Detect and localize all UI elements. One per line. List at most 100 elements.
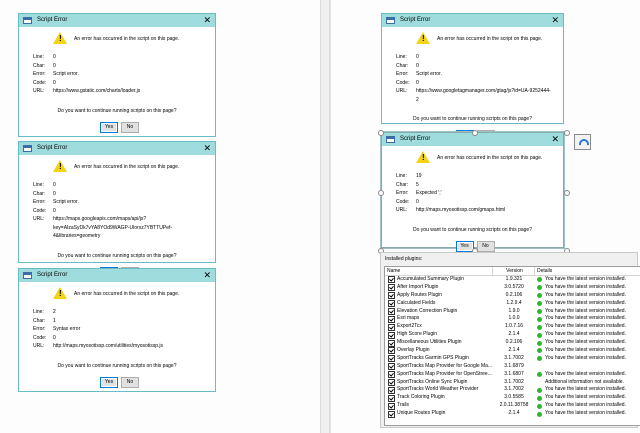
line-value: 0 [53, 182, 56, 188]
table-row[interactable]: Track Coloring Plugin 3.0.5585 You have … [385, 394, 640, 402]
no-button[interactable]: No [121, 376, 139, 388]
plugin-enabled-checkbox[interactable] [388, 284, 395, 292]
plugin-enabled-checkbox[interactable] [388, 339, 395, 347]
warning-icon: ! [53, 160, 67, 172]
plugin-enabled-checkbox[interactable] [388, 323, 395, 331]
status-ok-icon [537, 348, 542, 354]
continue-question: Do you want to continue running scripts … [413, 116, 532, 122]
table-row[interactable]: Apply Routes Plugin 0.2.106 You have the… [385, 292, 640, 300]
plugin-details: You have the latest version installed. [545, 315, 626, 322]
table-row[interactable]: SportTracks Garmin GPS Plugin 3.1.7002 Y… [385, 355, 640, 363]
char-label: Char: [396, 62, 409, 69]
plugin-details: You have the latest version installed. [545, 402, 626, 409]
table-row[interactable]: SportTracks Map Provider for OpenStree..… [385, 371, 640, 379]
table-row[interactable]: After Import Plugin 3.0.5720 You have th… [385, 284, 640, 292]
plugin-enabled-checkbox[interactable] [388, 308, 395, 315]
dialog-title: Script Error [400, 136, 431, 142]
plugin-enabled-checkbox[interactable] [388, 276, 395, 284]
plugin-enabled-checkbox[interactable] [388, 331, 395, 339]
plugins-table: Name Version Details Accumulated Summary… [384, 266, 640, 426]
line-value: 0 [53, 54, 56, 60]
status-ok-icon [537, 309, 542, 314]
close-icon[interactable]: ✕ [203, 14, 211, 27]
window-icon [23, 17, 32, 24]
column-header-name[interactable]: Name [385, 267, 493, 275]
status-ok-icon [537, 403, 542, 409]
no-button[interactable]: No [121, 121, 139, 133]
plugin-details: You have the latest version installed. [545, 410, 626, 417]
resize-handle-middle-right[interactable] [564, 190, 570, 196]
window-icon [23, 272, 32, 279]
yes-button[interactable]: Yes [100, 121, 118, 133]
dialog-title: Script Error [37, 272, 68, 278]
plugin-name: SportTracks Garmin GPS Plugin [397, 354, 469, 361]
plugin-version: 2.1.4 [508, 347, 520, 354]
plugin-version: 2.0.11.38758 [499, 402, 529, 409]
table-row[interactable]: Elevation Correction Plugin 1.9.0 You ha… [385, 308, 640, 316]
url-value: http://maps.myosotissp.com/utilities/myo… [53, 343, 164, 349]
plugin-enabled-checkbox[interactable] [388, 355, 395, 363]
table-row[interactable]: Miscellaneous Utilities Plugin 0.2.106 Y… [385, 339, 640, 347]
column-header-details[interactable]: Details [535, 267, 640, 275]
plugin-enabled-checkbox[interactable] [388, 371, 395, 379]
error-message: An error has occurred in the script on t… [437, 155, 543, 161]
table-row[interactable]: SportTracks World Weather Provider 3.1.7… [385, 386, 640, 394]
table-row[interactable]: Trails 2.0.11.38758 You have the latest … [385, 402, 640, 410]
layout-options-icon[interactable] [574, 134, 591, 150]
plugin-enabled-checkbox[interactable] [388, 402, 395, 410]
error-value: Script error. [53, 71, 79, 77]
plugin-enabled-checkbox[interactable] [388, 379, 395, 387]
plugin-version: 3.1.7002 [504, 386, 524, 393]
no-button[interactable]: No [476, 240, 495, 252]
code-label: Code: [396, 79, 410, 86]
resize-handle-top-left[interactable] [378, 130, 384, 136]
table-row[interactable]: Accumulated Summary Plugin 1.9.321 You h… [385, 276, 640, 284]
plugin-name: Miscellaneous Utilities Plugin [397, 339, 462, 346]
plugin-version: 2.1.4 [508, 410, 520, 417]
resize-handle-top-center[interactable] [472, 130, 478, 136]
close-icon[interactable]: ✕ [203, 269, 211, 282]
table-row[interactable]: SportTracks Map Provider for Google Ma..… [385, 363, 640, 371]
table-row[interactable]: Overlay Plugin 2.1.4 You have the latest… [385, 347, 640, 355]
page-gutter [320, 0, 330, 433]
table-row[interactable]: Export2Tcx 1.0.7.16 You have the latest … [385, 323, 640, 331]
status-ok-icon [537, 340, 542, 346]
close-icon[interactable]: ✕ [203, 142, 211, 155]
table-row[interactable]: SportTracks Online Sync Plugin 3.1.7002 … [385, 379, 640, 387]
table-row[interactable]: Esri maps 1.0.0 You have the latest vers… [385, 315, 640, 323]
table-row[interactable]: Calculated Fields 1.2.9.4 You have the l… [385, 300, 640, 308]
close-icon[interactable]: ✕ [551, 133, 559, 146]
yes-button[interactable]: Yes [455, 240, 474, 252]
plugin-details: You have the latest version installed. [545, 339, 626, 346]
close-icon[interactable]: ✕ [551, 14, 559, 27]
resize-handle-middle-left[interactable] [378, 190, 384, 196]
plugin-details: You have the latest version installed. [545, 283, 626, 290]
plugin-enabled-checkbox[interactable] [388, 394, 395, 402]
dialog-titlebar[interactable]: Script Error ✕ [19, 142, 215, 155]
dialog-titlebar[interactable]: Script Error ✕ [382, 14, 563, 27]
line-label: Line: [33, 54, 44, 60]
resize-handle-top-right[interactable] [564, 130, 570, 136]
column-header-version[interactable]: Version [493, 267, 535, 275]
error-label: Error: [396, 71, 409, 77]
dialog-titlebar[interactable]: Script Error ✕ [19, 14, 215, 27]
plugin-enabled-checkbox[interactable] [388, 300, 395, 308]
code-label: Code: [33, 334, 47, 341]
window-icon [386, 136, 395, 143]
plugin-enabled-checkbox[interactable] [388, 315, 395, 323]
plugin-enabled-checkbox[interactable] [388, 347, 395, 355]
table-row[interactable]: Unique Routes Plugin 2.1.4 You have the … [385, 410, 640, 418]
plugin-details: You have the latest version installed. [545, 299, 626, 306]
status-ok-icon [537, 372, 542, 378]
plugin-enabled-checkbox[interactable] [388, 363, 395, 371]
char-value: 1 [53, 317, 56, 324]
plugin-enabled-checkbox[interactable] [388, 292, 395, 300]
table-row[interactable]: High Score Plugin 2.1.4 You have the lat… [385, 331, 640, 339]
plugin-enabled-checkbox[interactable] [388, 386, 395, 394]
line-label: Line: [33, 182, 44, 188]
yes-button[interactable]: Yes [100, 376, 118, 388]
url-label: URL: [33, 216, 45, 222]
script-error-dialog: Script Error ✕ ! An error has occurred i… [18, 141, 216, 278]
plugin-enabled-checkbox[interactable] [388, 410, 395, 418]
dialog-titlebar[interactable]: Script Error ✕ [19, 269, 215, 282]
